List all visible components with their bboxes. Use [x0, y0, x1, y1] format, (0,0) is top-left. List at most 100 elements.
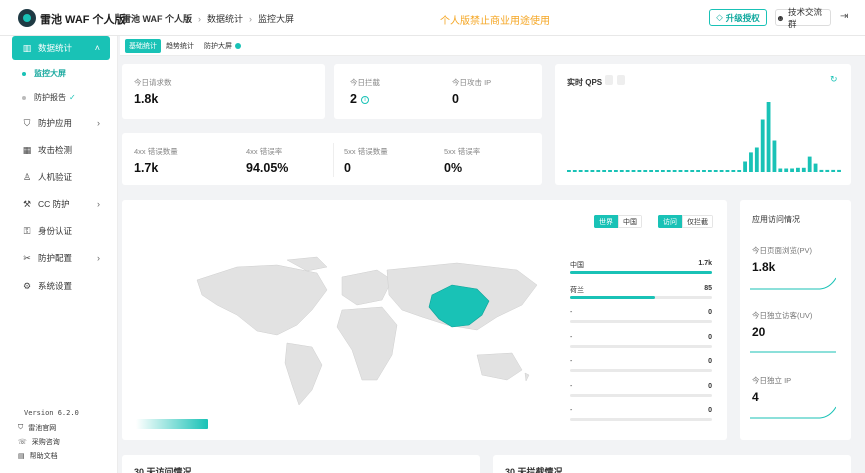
- qps-bar: [631, 170, 636, 172]
- ranking-value: 1.7k: [698, 260, 712, 267]
- tab-dashboard[interactable]: 防护大屏: [200, 39, 245, 53]
- qps-bar: [719, 170, 724, 172]
- sidebar: ▥ 数据统计 ˄ 监控大屏 防护报告 ✓ ⛉ 防护应用 › ▦ 攻击检测 ♙ 人…: [0, 36, 118, 473]
- blocks-30d-card: 30 天拦截情况: [493, 455, 851, 473]
- qps-bar: [796, 167, 800, 172]
- australia-shape: [476, 352, 523, 381]
- qps-bar: [801, 167, 806, 172]
- qps-bar: [837, 169, 841, 172]
- ranking-bar-track: [570, 271, 712, 274]
- uv-value: 20: [752, 325, 766, 339]
- sidebar-item-config[interactable]: ✂ 防护配置 ›: [12, 246, 110, 270]
- document-icon: ▤: [18, 453, 25, 460]
- metric-visit[interactable]: 访问: [658, 215, 682, 228]
- qps-bar: [831, 169, 836, 172]
- qps-bar: [807, 156, 812, 172]
- qps-title: 实时 QPS: [567, 78, 603, 87]
- verified-icon: ✓: [69, 93, 76, 102]
- ranking-value: 0: [708, 333, 712, 341]
- north-america-shape: [196, 264, 328, 336]
- sidebar-item-settings[interactable]: ⚙ 系统设置: [12, 274, 110, 298]
- heat-legend-gradient: [136, 419, 208, 429]
- ranking-bar-fill: [570, 295, 656, 299]
- stat-label: 5xx 错误数量: [344, 147, 388, 156]
- sidebar-item-attack[interactable]: ▦ 攻击检测: [12, 138, 110, 162]
- info-icon[interactable]: i: [361, 96, 369, 104]
- tools-icon: ✂: [23, 252, 31, 263]
- footer-link-website[interactable]: ⛉ 雷池官网: [18, 423, 56, 433]
- metric-toggle[interactable]: 访问 仅拦截: [658, 215, 713, 228]
- world-map[interactable]: [177, 255, 567, 415]
- refresh-icon[interactable]: ↻: [830, 74, 838, 85]
- sidebar-sub-label: 防护报告: [34, 93, 66, 102]
- footer-link-docs[interactable]: ▤ 帮助文档: [18, 451, 58, 461]
- id-icon: ⚿: [23, 225, 31, 236]
- qps-bar: [772, 140, 777, 172]
- qps-bar: [590, 170, 595, 172]
- qps-bar: [707, 170, 712, 172]
- metric-block[interactable]: 仅拦截: [682, 215, 713, 228]
- sidebar-item-label: 身份认证: [38, 226, 73, 236]
- qps-bar: [596, 170, 601, 172]
- breadcrumb-level1[interactable]: 数据统计: [207, 12, 243, 25]
- sidebar-item-apps[interactable]: ⛉ 防护应用 ›: [12, 111, 110, 135]
- shield-icon: ⛉: [23, 117, 31, 128]
- tab-basic-stats[interactable]: 基础统计: [125, 39, 161, 53]
- sidebar-sub-report[interactable]: 防护报告 ✓: [22, 92, 76, 103]
- new-zealand-shape: [524, 372, 530, 382]
- record-icon[interactable]: [617, 75, 625, 85]
- error-rate-card: 4xx 错误数量 1.7k 4xx 错误率 94.05% 5xx 错误数量 0 …: [122, 133, 542, 185]
- sidebar-item-label: 人机验证: [38, 172, 73, 182]
- qps-bar: [813, 163, 818, 172]
- ranking-value: 0: [708, 382, 712, 390]
- qps-bar: [666, 170, 671, 172]
- ranking-bar-track: [570, 344, 712, 348]
- region-world[interactable]: 世界: [594, 215, 618, 228]
- sidebar-item-auth[interactable]: ⚿ 身份认证: [12, 219, 110, 243]
- qps-bar: [584, 170, 589, 172]
- region-china[interactable]: 中国: [618, 215, 642, 228]
- qps-bar: [608, 170, 612, 172]
- chevron-right-icon: ›: [97, 118, 100, 128]
- breadcrumb: 雷池 WAF 个人版 › 数据统计 › 监控大屏: [122, 12, 294, 25]
- breadcrumb-root[interactable]: 雷池 WAF 个人版: [122, 12, 192, 25]
- ranking-bar-track: [570, 295, 712, 299]
- upgrade-button[interactable]: ◇ 升级授权: [709, 9, 767, 26]
- tab-bar: 基础统计 趋势统计 防护大屏: [120, 36, 865, 56]
- africa-shape: [336, 306, 398, 381]
- sidebar-item-captcha[interactable]: ♙ 人机验证: [12, 165, 110, 189]
- sidebar-item-stats[interactable]: ▥ 数据统计 ˄: [12, 36, 110, 60]
- sidebar-item-cc[interactable]: ⚒ CC 防护 ›: [12, 192, 110, 216]
- qps-bar: [702, 170, 706, 172]
- sidebar-item-label: 防护应用: [38, 118, 73, 128]
- qps-bar: [625, 170, 630, 172]
- logout-icon[interactable]: ⇥: [840, 11, 848, 22]
- chart-icon: ▥: [22, 42, 32, 53]
- sidebar-item-label: 系统设置: [38, 281, 73, 291]
- sidebar-item-label: 攻击检测: [38, 145, 73, 155]
- qps-bar: [678, 170, 683, 172]
- app-title: 雷池 WAF 个人版: [40, 14, 126, 26]
- qps-bar: [819, 169, 824, 172]
- ranking-country: -: [570, 407, 573, 414]
- qps-bar: [602, 170, 607, 172]
- chevron-right-icon: ›: [97, 199, 100, 209]
- ranking-value: 0: [708, 358, 712, 365]
- pv-sparkline: [750, 277, 836, 290]
- headset-icon: ☏: [18, 439, 27, 446]
- sidebar-sub-label: 监控大屏: [34, 69, 66, 78]
- tab-trend-stats[interactable]: 趋势统计: [162, 39, 198, 53]
- tech-group-button[interactable]: ☻ 技术交流群: [775, 7, 831, 29]
- stat-label: 今日请求数: [134, 78, 172, 87]
- qps-bar: [613, 170, 618, 172]
- region-toggle[interactable]: 世界 中国: [594, 215, 642, 228]
- footer-link-purchase[interactable]: ☏ 采购咨询: [18, 437, 60, 447]
- stat-value: 0: [452, 92, 459, 106]
- pause-icon[interactable]: [605, 75, 613, 85]
- sidebar-sub-monitor[interactable]: 监控大屏: [22, 68, 66, 79]
- stat-value: 94.05%: [246, 161, 289, 175]
- qps-bar: [619, 170, 624, 172]
- sidebar-item-label: CC 防护: [38, 199, 70, 209]
- requests-card: 今日请求数 1.8k: [122, 64, 325, 119]
- breadcrumb-level2: 监控大屏: [258, 14, 295, 24]
